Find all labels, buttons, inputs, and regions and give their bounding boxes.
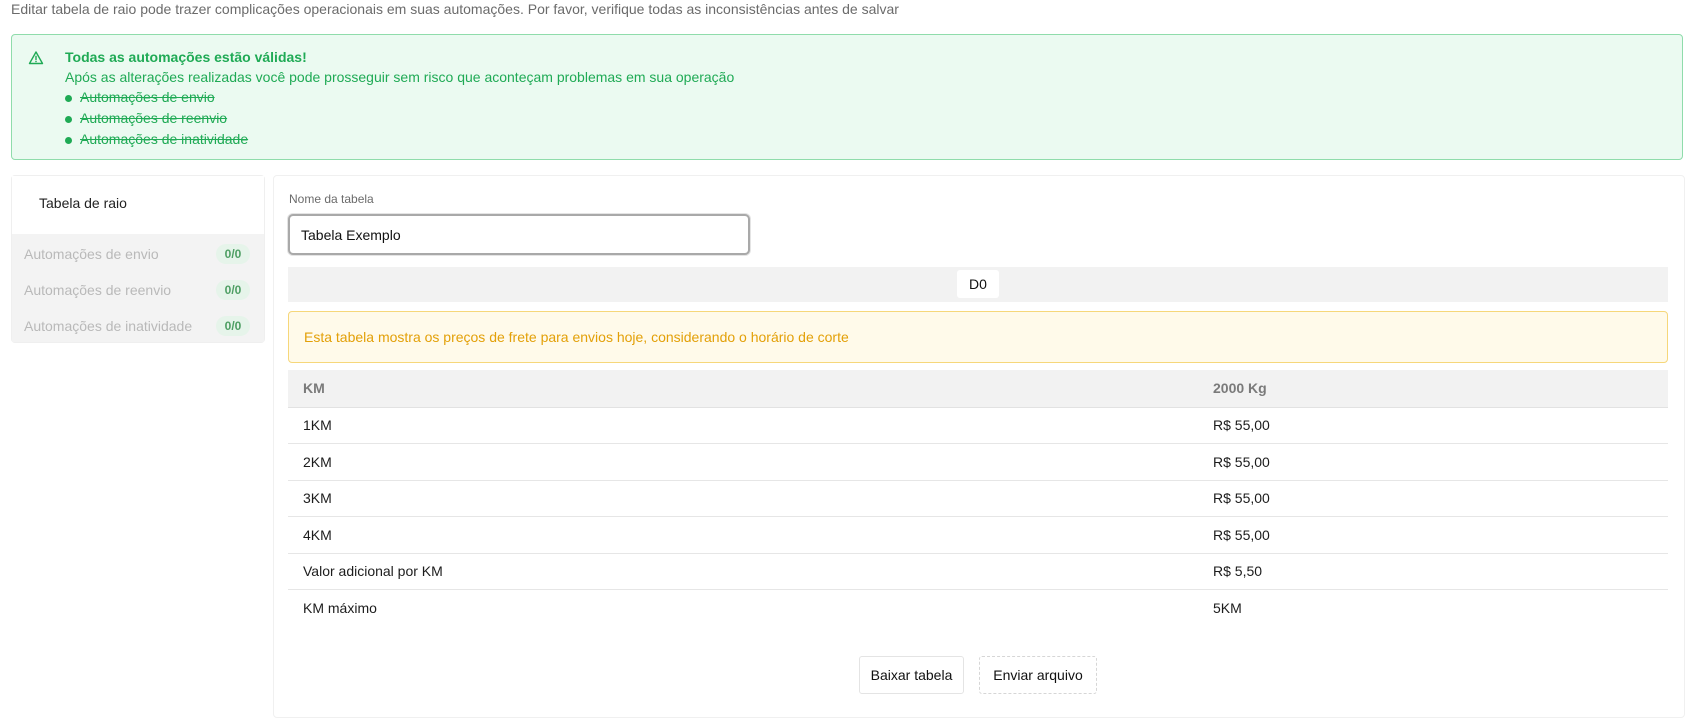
sidebar-item-send-automations[interactable]: Automações de envio 0/0 (12, 236, 264, 272)
rates-table: KM 2000 Kg 1KM R$ 55,00 2KM R$ 55,00 3KM… (288, 370, 1668, 626)
sidebar-item-inactivity-automations[interactable]: Automações de inatividade 0/0 (12, 308, 264, 344)
info-alert: Esta tabela mostra os preços de frete pa… (288, 311, 1668, 363)
table-row: 2KM R$ 55,00 (288, 443, 1668, 481)
sidebar-item-radius-table[interactable]: Tabela de raio (12, 176, 264, 234)
km-cell: 2KM (288, 443, 1198, 481)
table-row: 3KM R$ 55,00 (288, 480, 1668, 517)
list-item: Automações de inatividade (65, 129, 248, 150)
price-cell[interactable]: R$ 55,00 (1198, 516, 1668, 554)
sidebar-item-label: Automações de reenvio (24, 282, 172, 298)
automation-list: Automações de envio Automações de reenvi… (65, 87, 248, 150)
bullet-icon (65, 116, 72, 123)
column-header-weight: 2000 Kg (1198, 370, 1668, 408)
edit-warning-note: Editar tabela de raio pode trazer compli… (11, 1, 899, 17)
main-panel: Nome da tabela D0 Esta tabela mostra os … (273, 175, 1685, 718)
page: Editar tabela de raio pode trazer compli… (0, 0, 1685, 718)
table-header-row: KM 2000 Kg (288, 370, 1668, 408)
km-cell: Valor adicional por KM (288, 553, 1198, 590)
success-alert: Todas as automações estão válidas! Após … (11, 34, 1683, 160)
sidebar-item-resend-automations[interactable]: Automações de reenvio 0/0 (12, 272, 264, 308)
sidebar: Tabela de raio Automações de envio 0/0 A… (11, 175, 265, 343)
success-alert-title: Todas as automações estão válidas! (65, 49, 307, 65)
sidebar-automations-list: Automações de envio 0/0 Automações de re… (12, 234, 264, 342)
automation-item-label: Automações de inatividade (80, 131, 249, 147)
table-row: KM máximo 5KM (288, 590, 1668, 627)
price-cell[interactable]: R$ 55,00 (1198, 443, 1668, 481)
bullet-icon (65, 95, 72, 102)
table-row: 1KM R$ 55,00 (288, 407, 1668, 444)
table-row: Valor adicional por KM R$ 5,50 (288, 553, 1668, 590)
list-item: Automações de reenvio (65, 108, 248, 129)
column-header-km: KM (288, 370, 1198, 408)
sidebar-item-label: Automações de inatividade (24, 318, 193, 334)
table-name-input[interactable] (288, 214, 750, 255)
warning-triangle-icon (28, 51, 44, 65)
km-cell: 3KM (288, 480, 1198, 517)
list-item: Automações de envio (65, 87, 248, 108)
count-badge: 0/0 (216, 280, 250, 300)
success-alert-description: Após as alterações realizadas você pode … (65, 69, 735, 85)
price-cell[interactable]: R$ 55,00 (1198, 407, 1668, 444)
sidebar-item-label: Automações de envio (24, 246, 159, 262)
day-tabs: D0 (288, 267, 1668, 302)
table-row: 4KM R$ 55,00 (288, 516, 1668, 554)
km-cell: 1KM (288, 407, 1198, 444)
count-badge: 0/0 (216, 316, 250, 336)
km-cell: KM máximo (303, 600, 377, 616)
bullet-icon (65, 137, 72, 144)
automation-item-label: Automações de envio (80, 89, 215, 105)
download-table-button[interactable]: Baixar tabela (859, 656, 964, 694)
price-cell[interactable]: R$ 55,00 (1198, 480, 1668, 517)
automation-item-label: Automações de reenvio (80, 110, 228, 126)
tab-d0[interactable]: D0 (957, 270, 999, 298)
count-badge: 0/0 (216, 244, 250, 264)
table-name-label: Nome da tabela (289, 192, 374, 206)
upload-file-button[interactable]: Enviar arquivo (979, 656, 1097, 694)
price-cell[interactable]: R$ 5,50 (1198, 553, 1668, 590)
price-cell[interactable]: 5KM (1198, 590, 1668, 627)
km-cell: 4KM (288, 516, 1198, 554)
